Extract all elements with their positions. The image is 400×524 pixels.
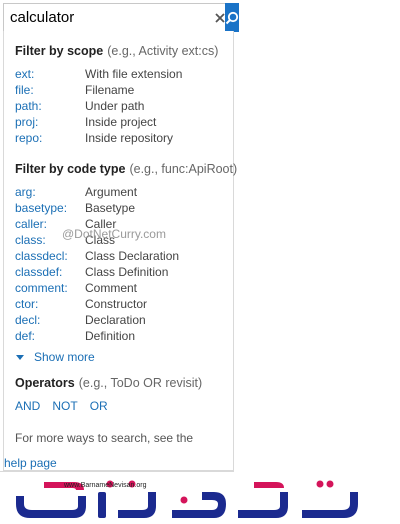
filter-description: Comment [85,281,138,295]
operators-hint: (e.g., ToDo OR revisit) [78,376,203,390]
operator-and[interactable]: AND [15,399,40,413]
filter-key: path: [15,99,42,113]
scope-item-repo[interactable]: repo: Inside repository [15,131,230,147]
filter-description: Declaration [85,313,146,327]
filter-key: caller: [15,217,48,231]
code-type-title: Filter by code type [15,162,126,176]
search-suggestions-panel: Filter by scope (e.g., Activity ext:cs) e… [3,31,237,471]
filter-key: basetype: [15,201,68,215]
filter-key: ext: [15,67,35,81]
triangle-down-icon [16,354,24,360]
filter-key: class: [15,233,46,247]
filter-description: Argument [85,185,138,199]
operator-not[interactable]: NOT [52,399,77,413]
filter-description: Class Declaration [85,249,180,263]
panel-bottom-border [0,471,234,472]
search-button[interactable] [225,3,239,32]
show-more-button[interactable]: Show more [16,350,95,364]
code-type-item-def[interactable]: def: Definition [15,329,230,345]
filter-key: proj: [15,115,39,129]
scope-title: Filter by scope [15,44,104,58]
filter-description: Definition [85,329,136,343]
search-input[interactable] [4,4,215,31]
filter-key: comment: [15,281,68,295]
filter-key: decl: [15,313,41,327]
filter-description: Inside project [85,115,157,129]
search-icon [225,11,239,24]
filter-key: repo: [15,131,43,145]
code-type-item-decl[interactable]: decl: Declaration [15,313,230,329]
scope-section-title: Filter by scope (e.g., Activity ext:cs) [15,44,218,58]
filter-key: classdef: [15,265,63,279]
filter-description: Inside repository [85,131,174,145]
scope-hint: (e.g., Activity ext:cs) [107,44,219,58]
code-type-hint: (e.g., func:ApiRoot) [129,162,238,176]
logo-url-text: www.BarnameNevisan.org [64,482,147,489]
scope-item-ext[interactable]: ext: With file extension [15,67,230,83]
code-type-item-comment[interactable]: comment: Comment [15,281,230,297]
filter-key: ctor: [15,297,39,311]
operators-title: Operators [15,376,75,390]
filter-key: classdecl: [15,249,68,263]
footer-text: For more ways to search, see the [15,431,194,445]
code-type-item-basetype[interactable]: basetype: Basetype [15,201,230,217]
filter-description: Basetype [85,201,136,215]
clear-button[interactable] [215,4,225,31]
filter-key: arg: [15,185,36,199]
filter-key: file: [15,83,34,97]
filter-key: def: [15,329,36,343]
code-type-item-ctor[interactable]: ctor: Constructor [15,297,230,313]
scope-item-proj[interactable]: proj: Inside project [15,115,230,131]
filter-description: Class Definition [85,265,169,279]
code-type-section-title: Filter by code type (e.g., func:ApiRoot) [15,162,237,176]
scope-item-file[interactable]: file: Filename [15,83,230,99]
search-box[interactable] [3,3,239,32]
operators-list: AND NOT OR [15,399,120,413]
code-type-item-classdef[interactable]: classdef: Class Definition [15,265,230,281]
watermark-text: @DotNetCurry.com [62,227,166,241]
filter-description: Under path [85,99,145,113]
operator-or[interactable]: OR [90,399,108,413]
show-more-label: Show more [34,350,95,364]
filter-description: Filename [85,83,135,97]
help-page-link[interactable]: help page [4,456,57,470]
close-icon [215,12,225,23]
code-type-item-classdecl[interactable]: classdecl: Class Declaration [15,249,230,265]
operators-section-title: Operators (e.g., ToDo OR revisit) [15,376,202,390]
filter-description: Constructor [85,297,148,311]
code-type-item-arg[interactable]: arg: Argument [15,185,230,201]
scope-item-path[interactable]: path: Under path [15,99,230,115]
filter-description: With file extension [85,67,183,81]
